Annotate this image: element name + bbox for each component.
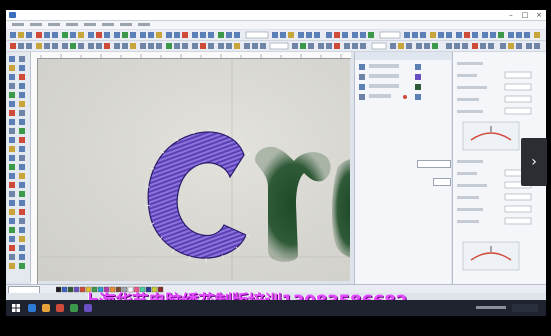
taskbar-app-icon[interactable] — [42, 304, 50, 312]
stitch-diagram — [462, 121, 520, 151]
stitch-diagram — [462, 241, 520, 271]
menu-item[interactable] — [48, 23, 60, 26]
title-bar: – □ × — [6, 10, 546, 21]
next-slide-button[interactable]: › — [521, 138, 547, 186]
windows-start-icon[interactable] — [12, 304, 20, 312]
windows-taskbar — [6, 300, 546, 316]
object-field[interactable] — [417, 160, 451, 168]
taskbar-app-icon[interactable] — [28, 304, 36, 312]
menu-item[interactable] — [84, 23, 96, 26]
toolbar-icons-1[interactable] — [6, 30, 546, 40]
fill-letter-r[interactable] — [255, 146, 331, 262]
embroidery-design — [38, 59, 350, 281]
embroidery-app-window: – □ × — [6, 10, 546, 300]
toolbar-row-2 — [6, 41, 546, 52]
object-list-panel — [354, 52, 451, 284]
ruler-vertical — [31, 58, 38, 284]
menu-item[interactable] — [120, 23, 132, 26]
app-icon — [9, 12, 16, 18]
object-list[interactable] — [355, 60, 451, 120]
toolbar-icons-2[interactable] — [6, 41, 546, 51]
left-toolbox — [6, 52, 31, 282]
tool-icons[interactable] — [6, 52, 30, 282]
taskbar-app-icon[interactable] — [70, 304, 78, 312]
menu-item[interactable] — [30, 23, 42, 26]
menu-item[interactable] — [102, 23, 114, 26]
menu-item[interactable] — [138, 23, 150, 26]
menu-item[interactable] — [66, 23, 78, 26]
taskbar-app-icon[interactable] — [84, 304, 92, 312]
fill-letter-e[interactable] — [332, 158, 350, 259]
taskbar-app-icon[interactable] — [56, 304, 64, 312]
toolbar-row-1 — [6, 30, 546, 41]
menu-item[interactable] — [12, 23, 24, 26]
close-icon[interactable]: × — [532, 10, 546, 20]
system-tray[interactable] — [476, 306, 506, 309]
ruler-horizontal — [31, 52, 351, 59]
chevron-right-icon: › — [531, 154, 537, 170]
design-canvas[interactable] — [38, 59, 350, 281]
menu-bar — [6, 21, 546, 29]
object-field[interactable] — [433, 178, 451, 186]
satin-letter-c[interactable] — [147, 131, 247, 259]
maximize-icon[interactable]: □ — [518, 10, 532, 20]
clock[interactable] — [512, 304, 538, 312]
panel-header — [355, 52, 451, 60]
minimize-icon[interactable]: – — [504, 10, 518, 20]
